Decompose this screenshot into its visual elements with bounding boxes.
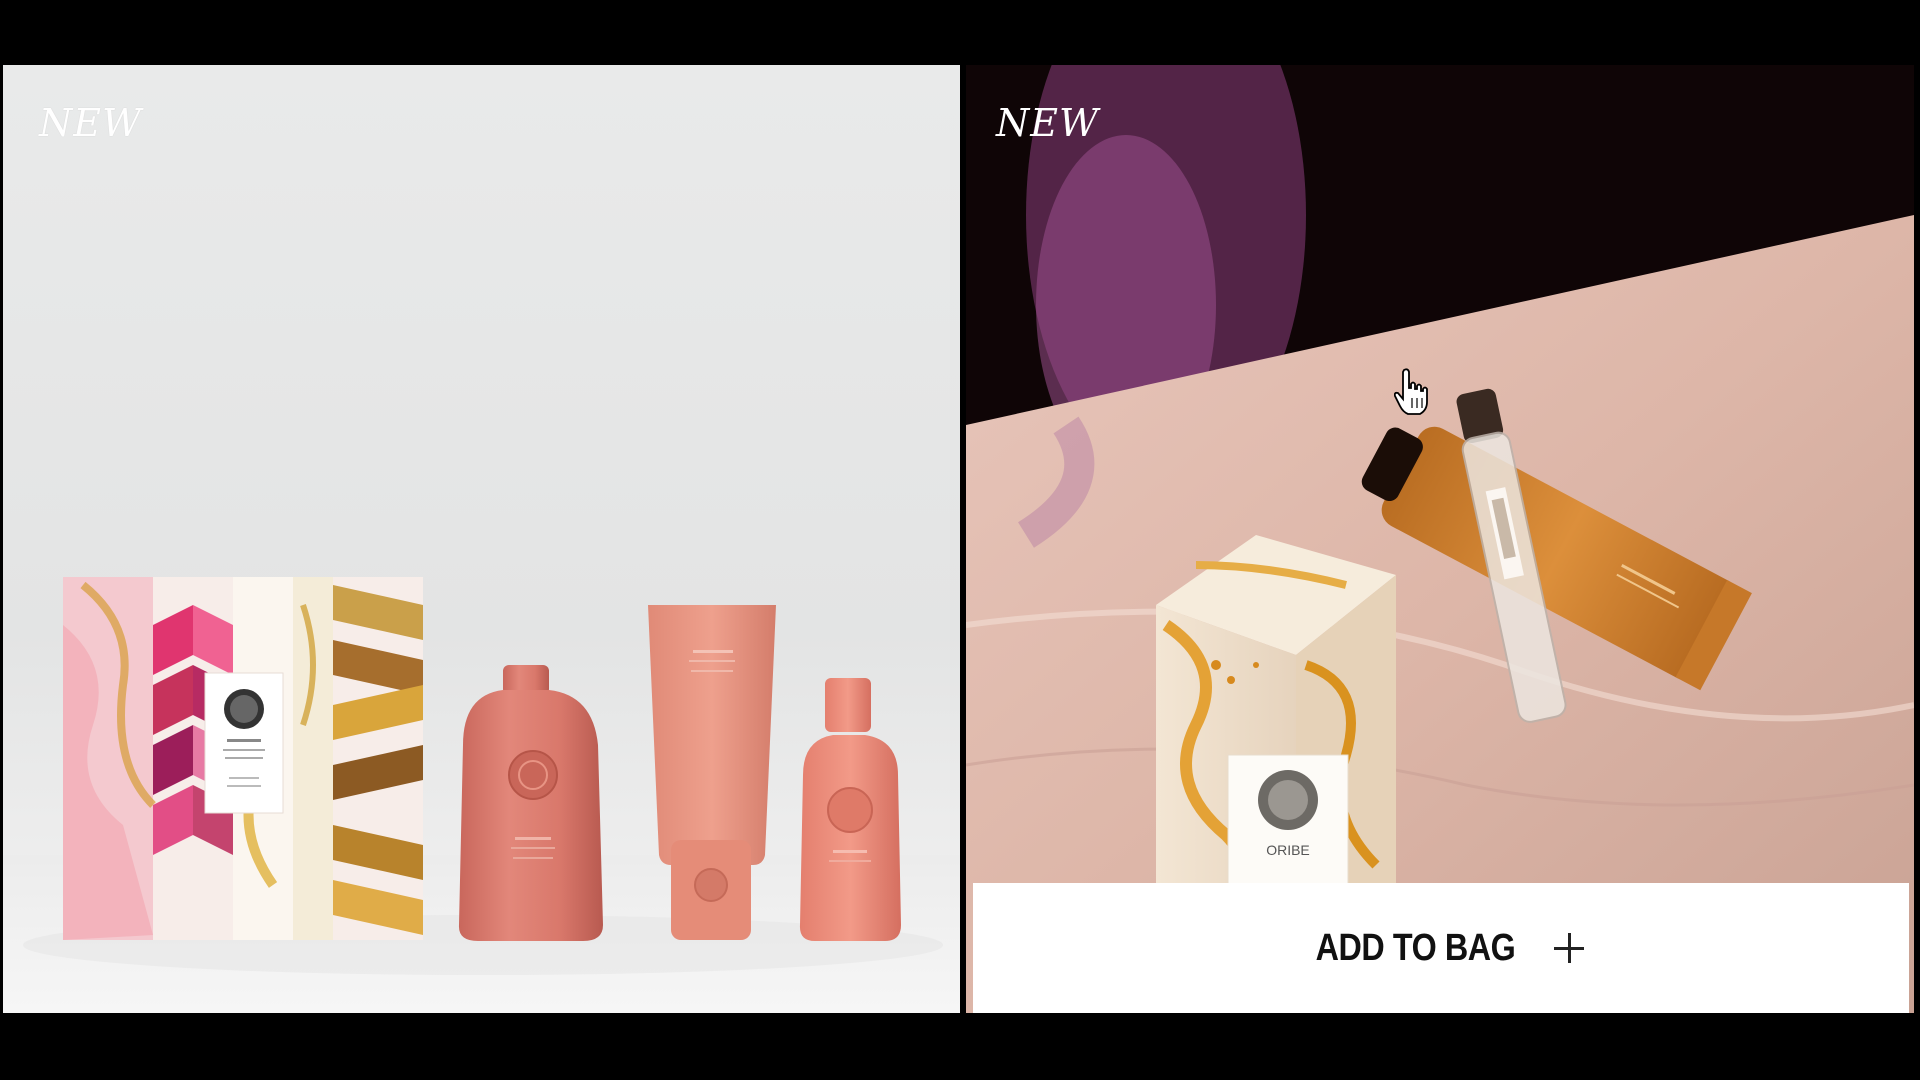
- hand-pointer-icon: [1394, 368, 1428, 415]
- product-tile-bright-blonde[interactable]: NEW: [3, 65, 960, 1013]
- box-brand-text: ORIBE: [1266, 842, 1310, 858]
- add-to-bag-label: ADD TO BAG: [1315, 926, 1515, 969]
- new-badge: NEW: [996, 101, 1100, 145]
- plus-icon: [1554, 933, 1585, 963]
- shampoo-bottle: [458, 665, 603, 941]
- new-badge: NEW: [39, 101, 143, 145]
- add-to-bag-button[interactable]: ADD TO BAG: [973, 883, 1909, 1013]
- small-bottle: [799, 678, 901, 941]
- product-tile-gift-set[interactable]: ORIBE NEW ADD TO BAG: [966, 65, 1914, 1013]
- product-image-gift-set[interactable]: ORIBE: [966, 65, 1914, 1013]
- page: NEW ORIBE NEW ADD TO BAG: [0, 0, 1920, 1080]
- product-image-bright-blonde-set[interactable]: [3, 65, 960, 1013]
- gift-box: [63, 577, 423, 940]
